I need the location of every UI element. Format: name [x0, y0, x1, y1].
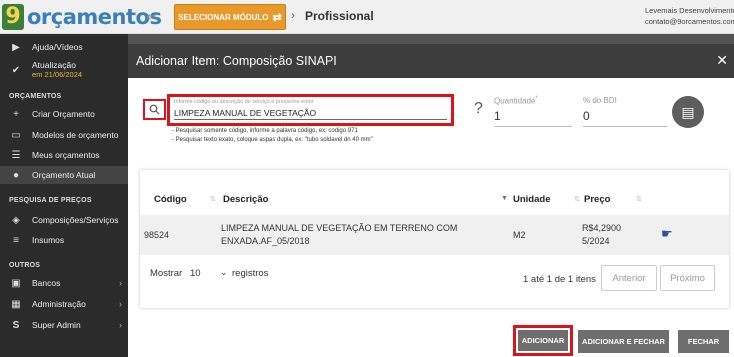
- sidebar-item-label: Super Admin: [32, 320, 81, 330]
- cell-unidade: M2: [513, 230, 526, 240]
- logo-word: orçamentos: [27, 5, 162, 29]
- search-placeholder: Informe código ou descrição do serviço e…: [174, 99, 314, 105]
- sidebar-item-administracao[interactable]: ▦ Administração ›: [0, 295, 128, 313]
- sidebar-item-label: Ajuda/Vídeos: [32, 42, 83, 52]
- chevron-right-icon: ›: [119, 299, 122, 309]
- header-descricao[interactable]: Descrição: [223, 194, 268, 205]
- list-icon: ≡: [13, 234, 19, 246]
- page-size-select[interactable]: 10: [190, 268, 201, 279]
- header-codigo[interactable]: Código: [154, 194, 187, 205]
- chevron-right-icon: ›: [291, 8, 295, 22]
- sidebar-item-super-admin[interactable]: S Super Admin ›: [0, 316, 128, 334]
- results-table: Código ⇅ Descrição ▼ Unidade ⇅ Preço ⇅ 9…: [140, 170, 729, 308]
- select-hand-icon[interactable]: ☛: [661, 226, 673, 242]
- close-button[interactable]: FECHAR: [678, 330, 729, 353]
- search-input[interactable]: Informe código ou descrição do serviço e…: [167, 94, 454, 126]
- sidebar-item-bancos[interactable]: ▣ Bancos ›: [0, 274, 128, 292]
- bdi-field[interactable]: 0: [583, 109, 667, 127]
- sidebar-item-orcamento-atual[interactable]: ● Orçamento Atual: [0, 166, 128, 184]
- modal-header: Adicionar Item: Composição SINAPI ✕: [128, 44, 734, 78]
- sidebar-item-composicoes[interactable]: ◈ Composições/Serviços: [0, 211, 128, 229]
- help-icon[interactable]: ?: [474, 100, 483, 118]
- sidebar-item-label: Modelos de orçamento: [32, 130, 119, 140]
- top-bar: 9 orçamentos ⇐ SELECIONAR MÓDULO ⇄ › Pro…: [0, 0, 734, 34]
- cell-descricao: LIMPEZA MANUAL DE VEGETAÇÃO EM TERRENO C…: [221, 223, 458, 246]
- play-icon: ▶: [12, 41, 20, 53]
- sidebar-item-label: Atualização: [32, 60, 76, 70]
- swap-arrows-icon: ⇄: [272, 11, 282, 24]
- modal-title: Adicionar Item: Composição SINAPI: [136, 54, 337, 68]
- section-title-orcamentos: ORÇAMENTOS: [9, 93, 62, 100]
- sidebar-item-label: Composições/Serviços: [32, 215, 119, 225]
- sidebar-item-modelos-orcamento[interactable]: ▭ Modelos de orçamento: [0, 126, 128, 144]
- sidebar-item-help-videos[interactable]: ▶ Ajuda/Vídeos: [0, 38, 128, 56]
- breadcrumb-title: Profissional: [305, 9, 374, 23]
- building-icon: ▦: [11, 298, 21, 310]
- add-button[interactable]: ADICIONAR: [518, 330, 568, 351]
- section-title-pesquisa: PESQUISA DE PREÇOS: [9, 197, 92, 204]
- section-title-outros: OUTROS: [9, 262, 41, 269]
- user-name: Levemais Desenvolvimento d: [645, 6, 734, 15]
- sidebar-item-label: Administração: [32, 299, 86, 309]
- logo[interactable]: 9 orçamentos: [2, 4, 162, 30]
- sidebar: ▶ Ajuda/Vídeos ✔ Atualização em 21/06/20…: [0, 34, 128, 357]
- close-icon[interactable]: ✕: [716, 52, 728, 69]
- page-info: 1 até 1 de 1 itens: [523, 274, 596, 285]
- calculator-icon: ▤: [681, 103, 695, 120]
- header-unidade[interactable]: Unidade: [513, 194, 550, 205]
- sidebar-item-label: Orçamento Atual: [32, 170, 96, 180]
- records-label: registros: [232, 268, 269, 279]
- update-date: em 21/06/2024: [32, 70, 83, 79]
- logo-digit: 9: [2, 4, 24, 30]
- search-value: LIMPEZA MANUAL DE VEGETAÇÃO: [174, 108, 447, 120]
- sort-icon[interactable]: ⇅: [574, 195, 580, 203]
- add-and-close-button[interactable]: ADICIONAR E FECHAR: [578, 330, 669, 353]
- quantity-label: Quantidade*: [494, 96, 538, 106]
- sidebar-item-update[interactable]: ✔ Atualização em 21/06/2024: [0, 58, 128, 82]
- monitor-icon: ▭: [11, 129, 21, 141]
- check-icon: ✔: [11, 64, 21, 76]
- select-module-label: SELECIONAR MÓDULO: [178, 12, 269, 22]
- search-icon[interactable]: [143, 99, 166, 120]
- plus-icon: +: [13, 108, 19, 120]
- sidebar-item-meus-orcamentos[interactable]: ☰ Meus orçamentos: [0, 146, 128, 164]
- server-icon: ☰: [11, 149, 21, 161]
- user-info[interactable]: Levemais Desenvolvimento d contato@9orca…: [645, 5, 734, 27]
- sort-desc-icon[interactable]: ▼: [501, 195, 508, 202]
- user-icon: ●: [12, 169, 20, 181]
- add-button-highlight: ADICIONAR: [513, 325, 573, 356]
- s-icon: S: [12, 319, 20, 331]
- sort-icon[interactable]: ⇅: [636, 195, 642, 203]
- sidebar-item-label: Meus orçamentos: [32, 150, 100, 160]
- select-module-button[interactable]: SELECIONAR MÓDULO ⇄: [174, 4, 286, 30]
- sidebar-item-criar-orcamento[interactable]: + Criar Orçamento: [0, 105, 128, 123]
- quantity-field[interactable]: 1: [494, 109, 572, 127]
- sidebar-item-insumos[interactable]: ≡ Insumos: [0, 231, 128, 249]
- sort-icon[interactable]: ⇅: [210, 195, 216, 203]
- chevron-down-icon[interactable]: ⌄: [220, 267, 228, 278]
- search-hint-code: - Pesquisar somente código, informe a pa…: [172, 128, 358, 134]
- previous-page-button[interactable]: Anterior: [601, 265, 657, 291]
- cube-icon: ◈: [12, 214, 20, 226]
- chevron-right-icon: ›: [119, 320, 122, 330]
- search-hint-exact: - Pesquisar texto exato, coloque aspas d…: [172, 137, 373, 143]
- show-label: Mostrar: [150, 268, 183, 279]
- bank-icon: ▣: [11, 277, 21, 289]
- next-page-button[interactable]: Próximo: [660, 265, 715, 291]
- back-arrow-icon[interactable]: ⇐: [146, 9, 157, 25]
- cell-codigo: 98524: [144, 230, 170, 240]
- bdi-label: % do BDI: [583, 96, 617, 105]
- chevron-right-icon: ›: [119, 278, 122, 288]
- background-overlay: [128, 34, 734, 44]
- header-preco[interactable]: Preço: [584, 194, 610, 205]
- cell-preco: R$4,2900 5/2024: [582, 223, 622, 246]
- calculator-button[interactable]: ▤: [672, 96, 704, 128]
- user-email: contato@9orcamentos.com.b: [645, 17, 734, 26]
- add-item-modal: Adicionar Item: Composição SINAPI ✕ Info…: [128, 44, 734, 357]
- sidebar-item-label: Criar Orçamento: [32, 109, 95, 119]
- sidebar-item-label: Insumos: [32, 235, 65, 245]
- sidebar-item-label: Bancos: [32, 278, 61, 288]
